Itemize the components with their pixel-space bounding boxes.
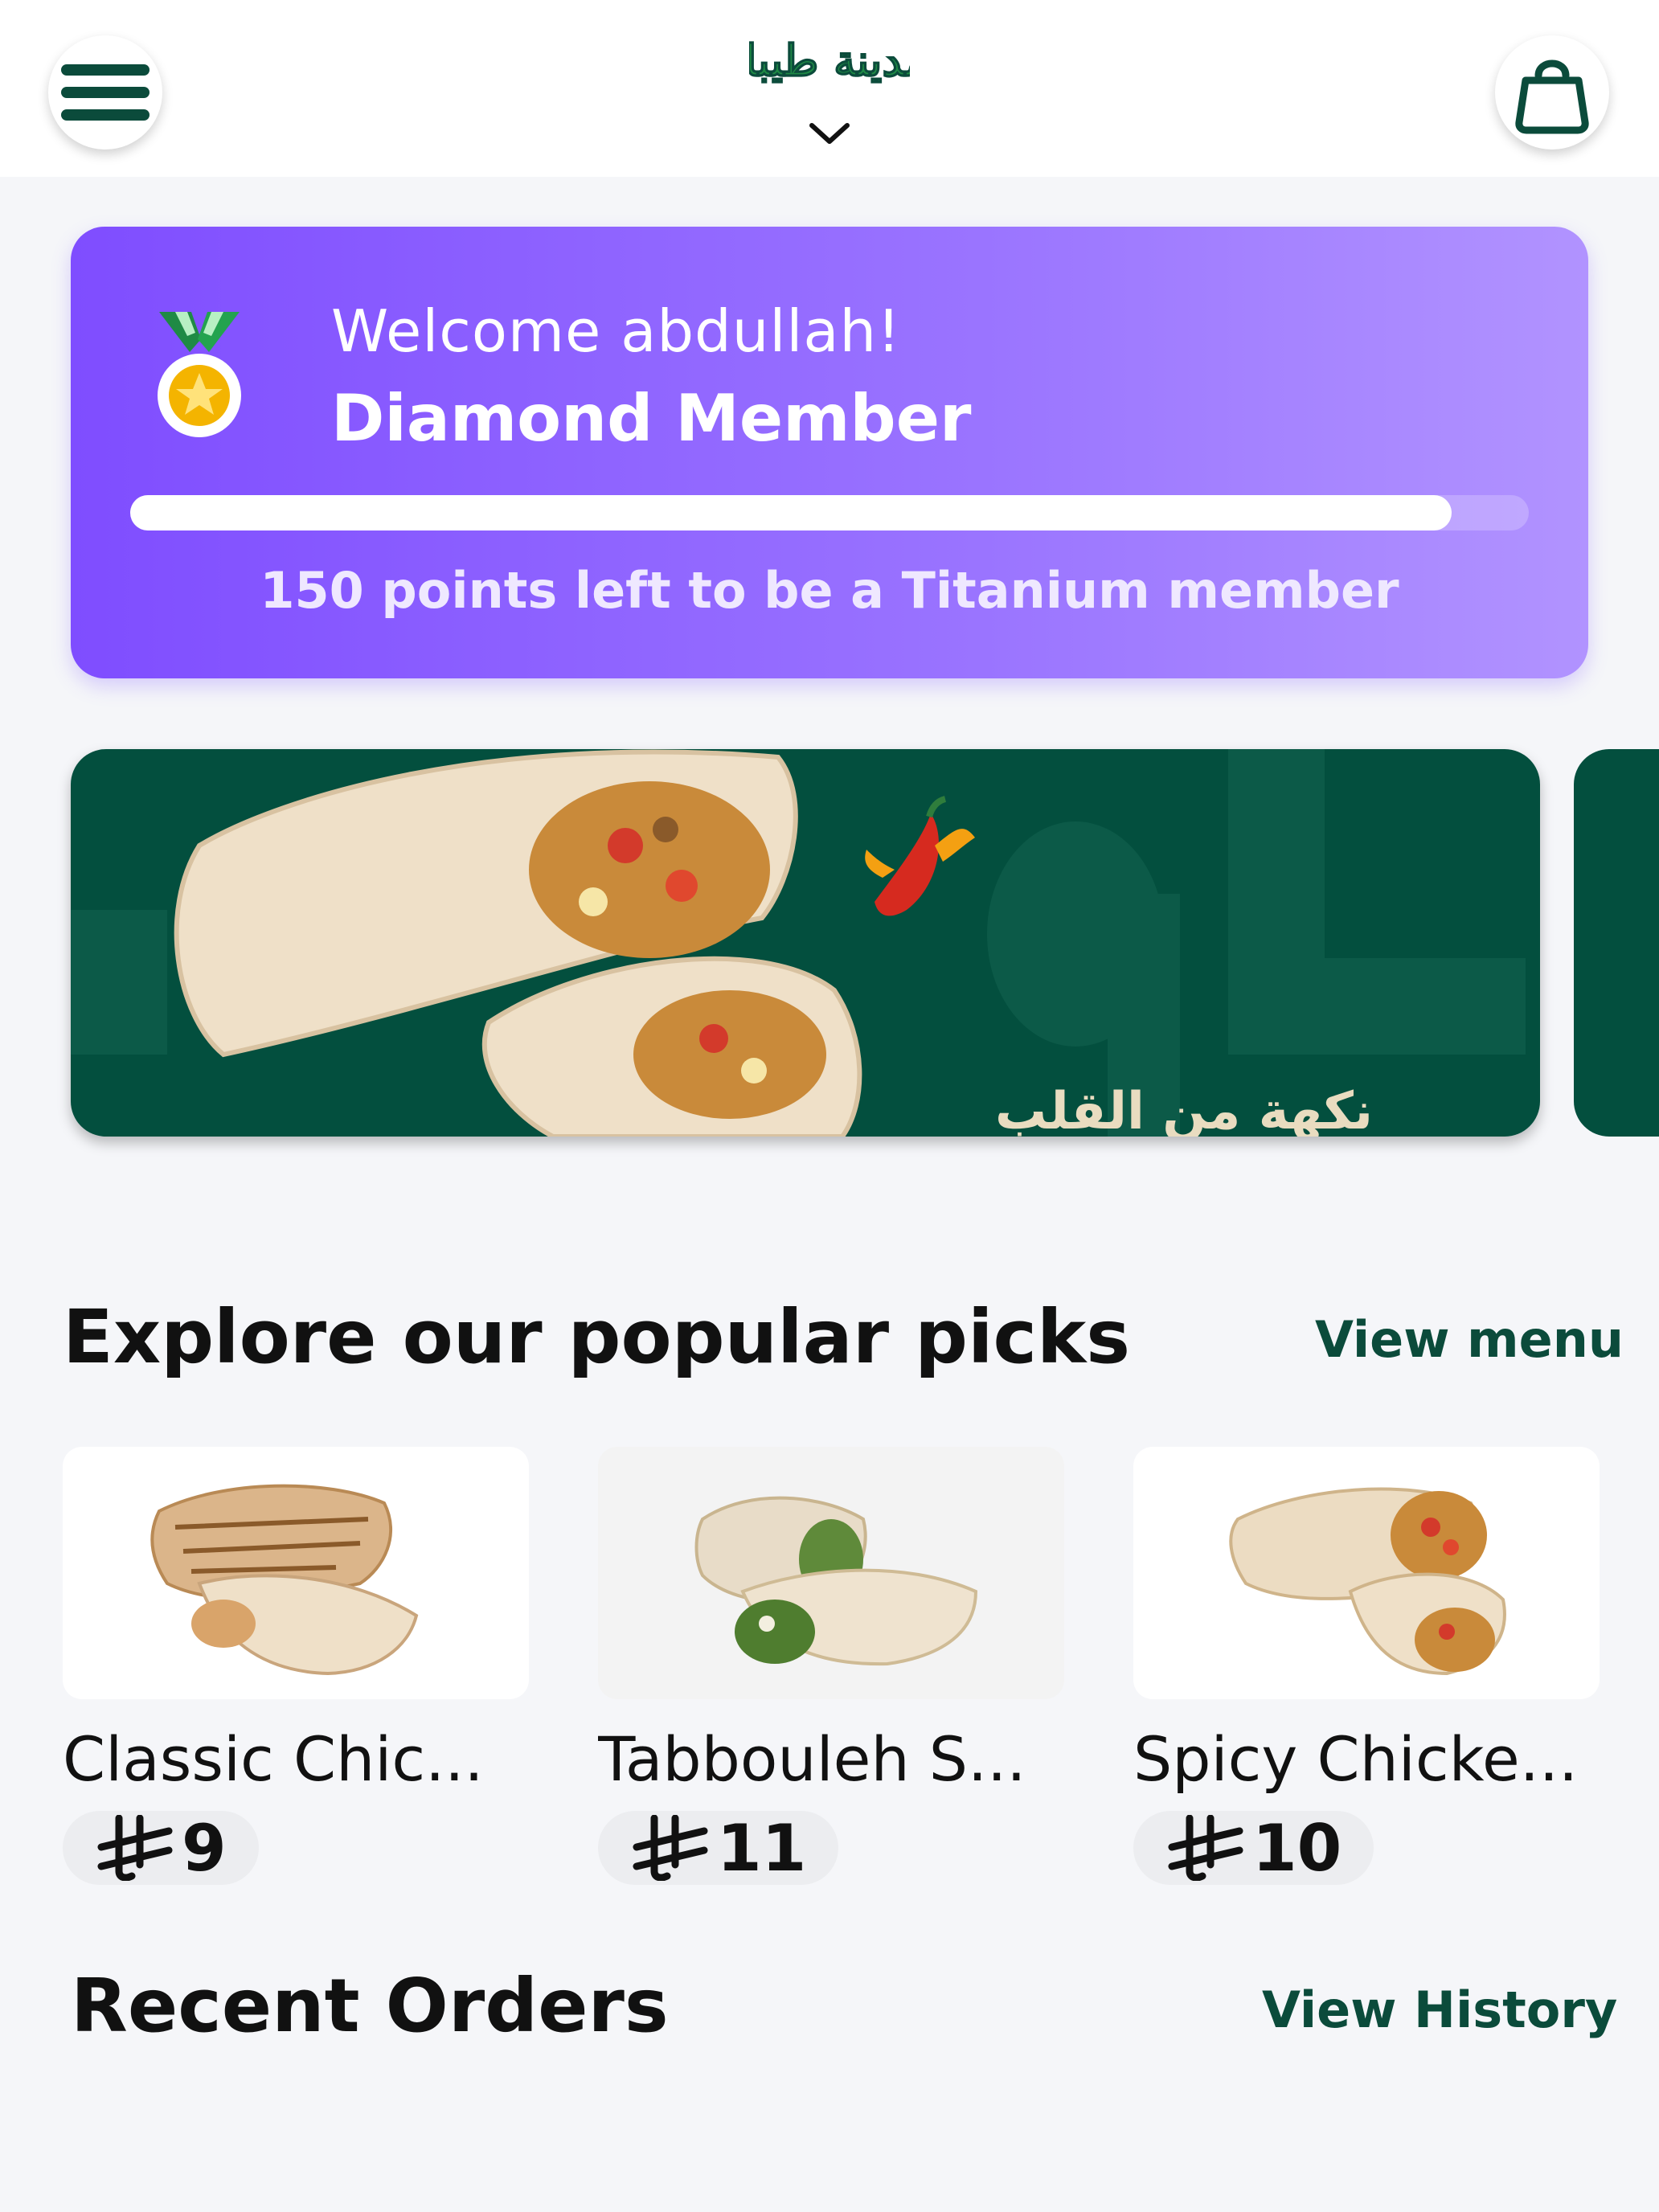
price-tag: 9: [63, 1810, 259, 1886]
promo-banner[interactable]: نكهة من القلب: [71, 749, 1540, 1137]
brand-logo[interactable]: المدينة طيبات: [749, 18, 910, 106]
product-card[interactable]: Classic Chic... 9: [63, 1447, 529, 1886]
product-card[interactable]: Spicy Chicke... 10: [1133, 1447, 1600, 1886]
product-name: Classic Chic...: [63, 1723, 484, 1795]
product-price: 11: [717, 1810, 807, 1886]
cart-button[interactable]: [1495, 35, 1609, 150]
chili-icon: [865, 796, 975, 916]
welcome-text: Welcome abdullah!: [331, 297, 902, 365]
banner-tagline: نكهة من القلب: [995, 1082, 1373, 1137]
riyal-icon: [1168, 1815, 1243, 1881]
price-tag: 11: [598, 1810, 839, 1886]
menu-button[interactable]: [48, 35, 162, 150]
view-menu-link[interactable]: View menu: [1315, 1310, 1624, 1369]
product-price: 10: [1252, 1810, 1342, 1886]
hamburger-icon: [61, 53, 150, 132]
product-price: 9: [182, 1810, 227, 1886]
shopping-bag-icon: [1515, 59, 1589, 134]
tier-progress-fill: [130, 495, 1452, 530]
points-left-text: 150 points left to be a Titanium member: [260, 561, 1399, 620]
popular-section-title: Explore our popular picks: [63, 1294, 1130, 1380]
recent-orders-title: Recent Orders: [71, 1963, 669, 2049]
product-card[interactable]: Tabbouleh S... 11: [598, 1447, 1064, 1886]
chevron-down-icon[interactable]: [807, 119, 852, 148]
membership-tier: Diamond Member: [331, 381, 972, 456]
price-tag: 10: [1133, 1810, 1374, 1886]
product-image: [598, 1447, 1064, 1699]
app-header: المدينة طيبات: [0, 0, 1659, 177]
riyal-icon: [97, 1815, 173, 1881]
banner-artwork: نكهة من القلب: [71, 749, 1526, 1137]
product-image: [1133, 1447, 1600, 1699]
riyal-icon: [633, 1815, 708, 1881]
tier-progress-bar: [130, 495, 1529, 530]
product-image: [63, 1447, 529, 1699]
svg-text:المدينة طيبات: المدينة طيبات: [749, 35, 910, 86]
view-history-link[interactable]: View History: [1262, 1981, 1617, 2039]
promo-banner-next[interactable]: [1574, 749, 1659, 1137]
loyalty-card[interactable]: Welcome abdullah! Diamond Member 150 poi…: [71, 227, 1588, 678]
product-name: Tabbouleh S...: [598, 1723, 1026, 1795]
medal-icon: [158, 312, 241, 437]
shawarma-image: [174, 749, 862, 1137]
product-name: Spicy Chicke...: [1133, 1723, 1579, 1795]
